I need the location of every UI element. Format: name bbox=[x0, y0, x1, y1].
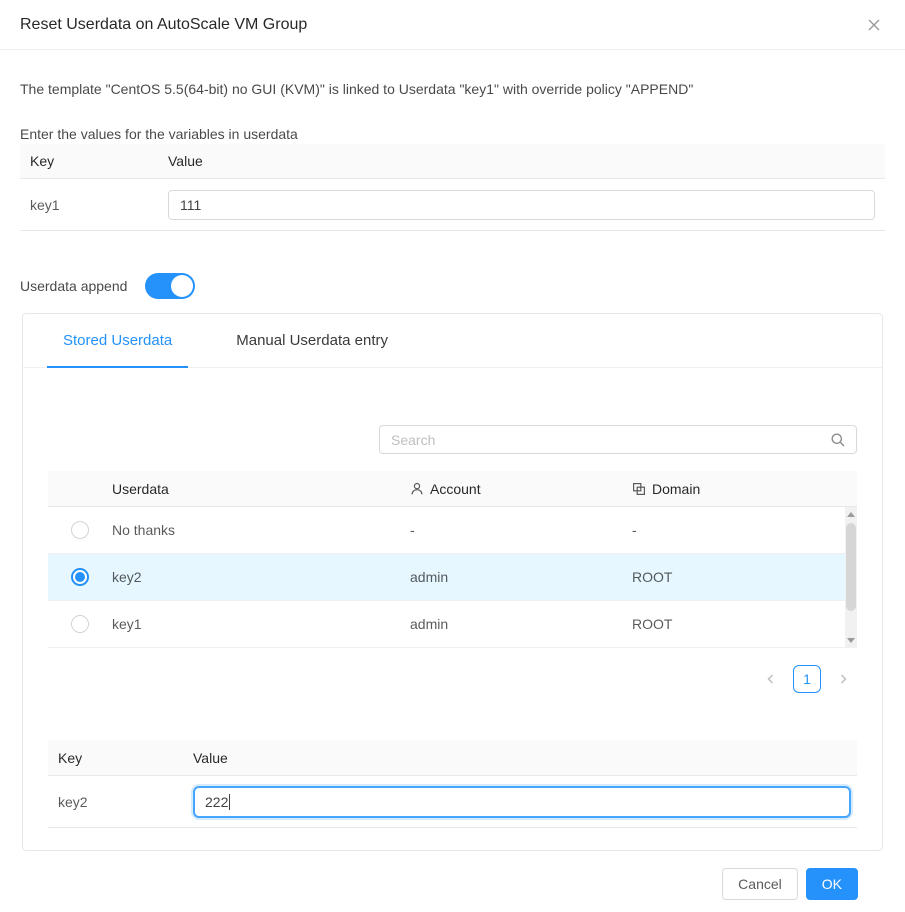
radio-key2-selected[interactable] bbox=[71, 568, 89, 586]
userdata-append-row: Userdata append bbox=[20, 273, 885, 299]
scroll-up-icon[interactable] bbox=[847, 512, 855, 517]
variables-table-header: Key Value bbox=[20, 144, 885, 179]
stored-table-body: No thanks - - key2 admin ROOT key1 admin bbox=[48, 507, 857, 648]
modal-body: The template "CentOS 5.5(64-bit) no GUI … bbox=[0, 79, 905, 900]
column-header-value: Value bbox=[193, 750, 857, 766]
search-box bbox=[379, 425, 857, 454]
tab-manual-userdata-entry[interactable]: Manual Userdata entry bbox=[220, 314, 404, 367]
ok-button[interactable]: OK bbox=[806, 868, 858, 900]
modal-header: Reset Userdata on AutoScale VM Group bbox=[0, 0, 905, 50]
scroll-down-icon[interactable] bbox=[847, 638, 855, 643]
toggle-knob bbox=[171, 275, 193, 297]
radio-key1[interactable] bbox=[71, 615, 89, 633]
variables-table: Key Value key1 bbox=[20, 144, 885, 231]
table-row-key1[interactable]: key1 admin ROOT bbox=[48, 601, 845, 648]
modal-footer: Cancel OK bbox=[20, 868, 885, 900]
user-icon bbox=[410, 482, 424, 496]
column-header-userdata: Userdata bbox=[112, 481, 410, 497]
pagination: 1 bbox=[48, 665, 857, 693]
bottom-table-header: Key Value bbox=[48, 740, 857, 776]
tab-bar: Stored Userdata Manual Userdata entry bbox=[23, 314, 882, 368]
page-number-1[interactable]: 1 bbox=[793, 665, 821, 693]
userdata-append-label: Userdata append bbox=[20, 278, 127, 294]
userdata-card: Stored Userdata Manual Userdata entry bbox=[22, 313, 883, 851]
chevron-left-icon bbox=[765, 673, 777, 685]
radio-no-thanks[interactable] bbox=[71, 521, 89, 539]
userdata-append-toggle[interactable] bbox=[145, 273, 195, 299]
column-header-value: Value bbox=[168, 153, 885, 169]
selected-userdata-variables-table: Key Value key2 222 bbox=[48, 740, 857, 828]
search-icon[interactable] bbox=[830, 426, 846, 453]
tab-stored-userdata[interactable]: Stored Userdata bbox=[47, 314, 188, 367]
stored-userdata-table: Userdata Account bbox=[48, 471, 857, 648]
card-body: Userdata Account bbox=[23, 425, 882, 850]
column-header-account: Account bbox=[410, 481, 632, 497]
search-input[interactable] bbox=[380, 426, 856, 453]
variable-key-label: key1 bbox=[20, 197, 168, 213]
modal-title: Reset Userdata on AutoScale VM Group bbox=[20, 16, 307, 34]
variable-value-input-focused[interactable]: 222 bbox=[193, 786, 851, 818]
template-link-description: The template "CentOS 5.5(64-bit) no GUI … bbox=[20, 79, 885, 99]
text-caret bbox=[229, 794, 230, 810]
cancel-button[interactable]: Cancel bbox=[722, 868, 798, 900]
table-row: key2 222 bbox=[48, 776, 857, 828]
column-header-key: Key bbox=[48, 750, 193, 766]
column-header-key: Key bbox=[20, 153, 168, 169]
variables-label: Enter the values for the variables in us… bbox=[20, 124, 885, 144]
block-icon bbox=[632, 482, 646, 496]
table-row-no-thanks[interactable]: No thanks - - bbox=[48, 507, 845, 554]
scrollbar-thumb[interactable] bbox=[846, 523, 856, 611]
table-scrollbar[interactable] bbox=[845, 507, 857, 648]
chevron-right-icon bbox=[837, 673, 849, 685]
table-row: key1 bbox=[20, 179, 885, 231]
column-header-domain: Domain bbox=[632, 481, 857, 497]
previous-page-button[interactable] bbox=[757, 665, 785, 693]
variable-value-input[interactable] bbox=[168, 190, 875, 220]
stored-table-header: Userdata Account bbox=[48, 471, 857, 507]
variable-key-label: key2 bbox=[48, 794, 193, 810]
table-row-key2[interactable]: key2 admin ROOT bbox=[48, 554, 845, 601]
close-icon bbox=[867, 18, 881, 32]
close-button[interactable] bbox=[863, 14, 885, 36]
next-page-button[interactable] bbox=[829, 665, 857, 693]
